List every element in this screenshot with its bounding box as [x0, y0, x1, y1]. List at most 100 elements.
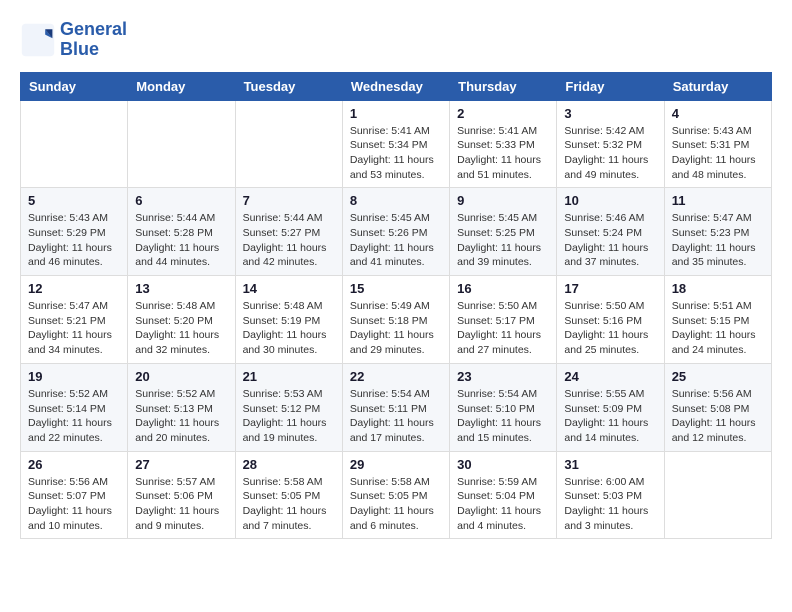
- week-row-1: 1 Sunrise: 5:41 AMSunset: 5:34 PMDaylight…: [21, 100, 772, 188]
- day-number: 18: [672, 281, 764, 296]
- day-info: Sunrise: 5:50 AMSunset: 5:17 PMDaylight:…: [457, 299, 549, 358]
- day-info: Sunrise: 5:56 AMSunset: 5:08 PMDaylight:…: [672, 387, 764, 446]
- day-info: Sunrise: 5:43 AMSunset: 5:31 PMDaylight:…: [672, 124, 764, 183]
- day-cell: 2 Sunrise: 5:41 AMSunset: 5:33 PMDaylight…: [450, 100, 557, 188]
- day-info: Sunrise: 5:57 AMSunset: 5:06 PMDaylight:…: [135, 475, 227, 534]
- week-row-5: 26 Sunrise: 5:56 AMSunset: 5:07 PMDayligh…: [21, 451, 772, 539]
- weekday-header-thursday: Thursday: [450, 72, 557, 100]
- day-info: Sunrise: 5:44 AMSunset: 5:28 PMDaylight:…: [135, 211, 227, 270]
- day-info: Sunrise: 5:44 AMSunset: 5:27 PMDaylight:…: [243, 211, 335, 270]
- week-row-2: 5 Sunrise: 5:43 AMSunset: 5:29 PMDaylight…: [21, 188, 772, 276]
- day-cell: 26 Sunrise: 5:56 AMSunset: 5:07 PMDayligh…: [21, 451, 128, 539]
- weekday-header-row: SundayMondayTuesdayWednesdayThursdayFrid…: [21, 72, 772, 100]
- day-info: Sunrise: 5:48 AMSunset: 5:20 PMDaylight:…: [135, 299, 227, 358]
- day-cell: 5 Sunrise: 5:43 AMSunset: 5:29 PMDaylight…: [21, 188, 128, 276]
- day-info: Sunrise: 5:42 AMSunset: 5:32 PMDaylight:…: [564, 124, 656, 183]
- day-number: 26: [28, 457, 120, 472]
- day-info: Sunrise: 5:52 AMSunset: 5:13 PMDaylight:…: [135, 387, 227, 446]
- day-cell: 10Sunrise: 5:46 AMSunset: 5:24 PMDayligh…: [557, 188, 664, 276]
- day-number: 8: [350, 193, 442, 208]
- weekday-header-tuesday: Tuesday: [235, 72, 342, 100]
- calendar-table: SundayMondayTuesdayWednesdayThursdayFrid…: [20, 72, 772, 540]
- day-cell: 7Sunrise: 5:44 AMSunset: 5:27 PMDaylight…: [235, 188, 342, 276]
- day-info: Sunrise: 5:45 AMSunset: 5:25 PMDaylight:…: [457, 211, 549, 270]
- weekday-header-sunday: Sunday: [21, 72, 128, 100]
- day-number: 29: [350, 457, 442, 472]
- day-number: 23: [457, 369, 549, 384]
- day-cell: 12 Sunrise: 5:47 AMSunset: 5:21 PMDayligh…: [21, 276, 128, 364]
- day-info: Sunrise: 5:51 AMSunset: 5:15 PMDaylight:…: [672, 299, 764, 358]
- day-number: 1: [350, 106, 442, 121]
- day-info: Sunrise: 5:48 AMSunset: 5:19 PMDaylight:…: [243, 299, 335, 358]
- day-cell: 1 Sunrise: 5:41 AMSunset: 5:34 PMDaylight…: [342, 100, 449, 188]
- day-number: 30: [457, 457, 549, 472]
- day-number: 25: [672, 369, 764, 384]
- day-cell: 23 Sunrise: 5:54 AMSunset: 5:10 PMDayligh…: [450, 363, 557, 451]
- day-info: Sunrise: 5:56 AMSunset: 5:07 PMDaylight:…: [28, 475, 120, 534]
- day-cell: 19Sunrise: 5:52 AMSunset: 5:14 PMDayligh…: [21, 363, 128, 451]
- day-info: Sunrise: 5:41 AMSunset: 5:34 PMDaylight:…: [350, 124, 442, 183]
- day-number: 12: [28, 281, 120, 296]
- day-cell: [128, 100, 235, 188]
- day-info: Sunrise: 5:43 AMSunset: 5:29 PMDaylight:…: [28, 211, 120, 270]
- day-number: 14: [243, 281, 335, 296]
- day-cell: 27 Sunrise: 5:57 AMSunset: 5:06 PMDayligh…: [128, 451, 235, 539]
- day-number: 9: [457, 193, 549, 208]
- day-number: 27: [135, 457, 227, 472]
- day-info: Sunrise: 5:58 AMSunset: 5:05 PMDaylight:…: [350, 475, 442, 534]
- day-info: Sunrise: 5:54 AMSunset: 5:10 PMDaylight:…: [457, 387, 549, 446]
- day-number: 11: [672, 193, 764, 208]
- day-cell: [664, 451, 771, 539]
- week-row-3: 12 Sunrise: 5:47 AMSunset: 5:21 PMDayligh…: [21, 276, 772, 364]
- day-cell: 6 Sunrise: 5:44 AMSunset: 5:28 PMDaylight…: [128, 188, 235, 276]
- day-number: 13: [135, 281, 227, 296]
- day-number: 16: [457, 281, 549, 296]
- weekday-header-saturday: Saturday: [664, 72, 771, 100]
- day-info: Sunrise: 5:49 AMSunset: 5:18 PMDaylight:…: [350, 299, 442, 358]
- day-cell: 16 Sunrise: 5:50 AMSunset: 5:17 PMDayligh…: [450, 276, 557, 364]
- logo-text-line1: General: [60, 20, 127, 40]
- logo-text-line2: Blue: [60, 40, 127, 60]
- day-cell: 3 Sunrise: 5:42 AMSunset: 5:32 PMDaylight…: [557, 100, 664, 188]
- day-cell: 21Sunrise: 5:53 AMSunset: 5:12 PMDayligh…: [235, 363, 342, 451]
- day-cell: 30Sunrise: 5:59 AMSunset: 5:04 PMDayligh…: [450, 451, 557, 539]
- day-info: Sunrise: 5:50 AMSunset: 5:16 PMDaylight:…: [564, 299, 656, 358]
- day-cell: 28 Sunrise: 5:58 AMSunset: 5:05 PMDayligh…: [235, 451, 342, 539]
- day-info: Sunrise: 5:55 AMSunset: 5:09 PMDaylight:…: [564, 387, 656, 446]
- day-info: Sunrise: 5:47 AMSunset: 5:21 PMDaylight:…: [28, 299, 120, 358]
- day-number: 15: [350, 281, 442, 296]
- day-number: 24: [564, 369, 656, 384]
- day-cell: 31 Sunrise: 6:00 AMSunset: 5:03 PMDayligh…: [557, 451, 664, 539]
- day-info: Sunrise: 5:45 AMSunset: 5:26 PMDaylight:…: [350, 211, 442, 270]
- day-number: 22: [350, 369, 442, 384]
- day-cell: 11 Sunrise: 5:47 AMSunset: 5:23 PMDayligh…: [664, 188, 771, 276]
- day-cell: 29 Sunrise: 5:58 AMSunset: 5:05 PMDayligh…: [342, 451, 449, 539]
- day-number: 5: [28, 193, 120, 208]
- day-number: 17: [564, 281, 656, 296]
- day-number: 10: [564, 193, 656, 208]
- day-cell: 18 Sunrise: 5:51 AMSunset: 5:15 PMDayligh…: [664, 276, 771, 364]
- day-number: 4: [672, 106, 764, 121]
- logo-icon: [20, 22, 56, 58]
- day-cell: 22 Sunrise: 5:54 AMSunset: 5:11 PMDayligh…: [342, 363, 449, 451]
- day-cell: 25 Sunrise: 5:56 AMSunset: 5:08 PMDayligh…: [664, 363, 771, 451]
- day-info: Sunrise: 5:47 AMSunset: 5:23 PMDaylight:…: [672, 211, 764, 270]
- day-info: Sunrise: 5:41 AMSunset: 5:33 PMDaylight:…: [457, 124, 549, 183]
- day-cell: [235, 100, 342, 188]
- weekday-header-wednesday: Wednesday: [342, 72, 449, 100]
- day-info: Sunrise: 5:58 AMSunset: 5:05 PMDaylight:…: [243, 475, 335, 534]
- day-info: Sunrise: 6:00 AMSunset: 5:03 PMDaylight:…: [564, 475, 656, 534]
- day-number: 6: [135, 193, 227, 208]
- day-number: 3: [564, 106, 656, 121]
- day-info: Sunrise: 5:53 AMSunset: 5:12 PMDaylight:…: [243, 387, 335, 446]
- day-cell: 8 Sunrise: 5:45 AMSunset: 5:26 PMDaylight…: [342, 188, 449, 276]
- logo: General Blue: [20, 20, 127, 60]
- day-cell: 15 Sunrise: 5:49 AMSunset: 5:18 PMDayligh…: [342, 276, 449, 364]
- day-number: 28: [243, 457, 335, 472]
- header: General Blue: [20, 20, 772, 60]
- day-number: 2: [457, 106, 549, 121]
- day-number: 31: [564, 457, 656, 472]
- day-cell: [21, 100, 128, 188]
- day-info: Sunrise: 5:54 AMSunset: 5:11 PMDaylight:…: [350, 387, 442, 446]
- day-number: 20: [135, 369, 227, 384]
